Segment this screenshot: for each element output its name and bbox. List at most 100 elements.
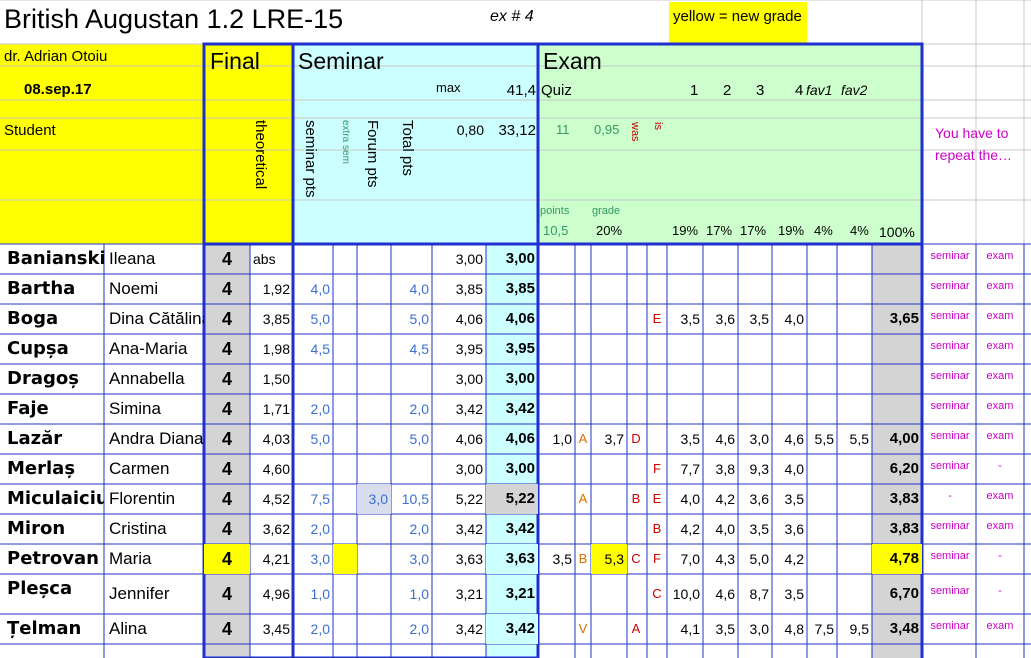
fav2-header: fav2	[841, 82, 868, 98]
cell-f1: 7,5	[814, 621, 834, 637]
cell-e3: 5,0	[749, 551, 769, 567]
cell-e4: 4,0	[784, 311, 804, 327]
cell-e3: 3,6	[749, 491, 769, 507]
cell-last: Pleșca	[7, 578, 73, 599]
cell-s1: 3,00	[455, 371, 483, 387]
cell-was: A	[631, 621, 641, 636]
cell-total: 1,0	[409, 586, 429, 602]
cell-final: 4	[221, 309, 232, 329]
cell-e4: 4,2	[784, 551, 804, 567]
seminar-pts-header: seminar pts	[302, 120, 319, 198]
weight-fav1: 4%	[814, 223, 833, 238]
repeat-exam-link[interactable]: exam	[976, 304, 1024, 334]
cell-e3: 8,7	[749, 586, 769, 602]
repeat-seminar-link[interactable]: seminar	[924, 574, 976, 614]
cell-sem: 3,0	[310, 551, 330, 567]
cell-last: Dragoș	[7, 368, 79, 389]
theoretical-header: theoretical	[252, 120, 269, 190]
cell-eg: 3,83	[889, 520, 919, 537]
repeat-seminar-link[interactable]: seminar	[924, 244, 976, 274]
repeat-seminar-link[interactable]: seminar	[924, 274, 976, 304]
fav1-header: fav1	[806, 82, 833, 98]
cell-total: 10,5	[401, 491, 429, 507]
cell-s2: 3,85	[505, 280, 535, 297]
exam-col-2: 2	[723, 82, 732, 99]
repeat-exam-link[interactable]: exam	[976, 334, 1024, 364]
weight-4: 19%	[778, 223, 805, 238]
cell-s1: 4,06	[455, 431, 483, 447]
repeat-seminar-link[interactable]: seminar	[924, 544, 976, 574]
repeat-seminar-link[interactable]: seminar	[924, 334, 976, 364]
cell-final: 4	[221, 429, 232, 449]
cell-last: Faje	[7, 398, 49, 419]
cell-sem: 5,0	[310, 431, 330, 447]
cell-final: 4	[221, 584, 232, 604]
cell-s2: 3,42	[505, 400, 535, 417]
cell-e2: 3,6	[715, 311, 735, 327]
cell-s2: 3,00	[505, 370, 535, 387]
cell-final: 4	[221, 549, 232, 569]
repeat-seminar-link[interactable]: seminar	[924, 454, 976, 484]
repeat-seminar-link[interactable]: seminar	[924, 424, 976, 454]
cell-e4: 4,8	[784, 621, 804, 637]
cell-first: Maria	[109, 549, 152, 568]
cell-first: Carmen	[109, 459, 170, 478]
exam-col-3: 3	[756, 82, 765, 99]
repeat-exam-link[interactable]: exam	[976, 274, 1024, 304]
cell-theo: 4,52	[262, 491, 290, 507]
cell-eg: 6,70	[889, 585, 919, 602]
repeat-seminar-link[interactable]: seminar	[924, 614, 976, 644]
cell-s1: 3,42	[455, 621, 483, 637]
cell-first: Annabella	[109, 369, 185, 388]
max-label: max	[436, 80, 461, 95]
cell-rs: -	[948, 490, 952, 502]
weight-total: 100%	[879, 224, 915, 240]
cell-e1: 10,0	[672, 586, 700, 602]
final-header: Final	[210, 48, 260, 74]
cell-last: Banianski	[7, 248, 104, 269]
cell-last: Miron	[7, 518, 66, 539]
cell-s1: 3,21	[455, 586, 483, 602]
repeat-exam-link[interactable]: exam	[976, 484, 1024, 514]
cell-last: Boga	[7, 308, 59, 329]
repeat-seminar-link[interactable]: seminar	[924, 514, 976, 544]
cell-final: 4	[221, 339, 232, 359]
cell-qb: C	[631, 551, 641, 566]
total-pts-header: Total pts	[399, 120, 416, 176]
cell-e2: 4,6	[715, 431, 735, 447]
cell-first: Ileana	[109, 249, 156, 268]
cell-total: 2,0	[409, 521, 429, 537]
repeat-exam-link[interactable]: exam	[976, 614, 1024, 644]
quiz-weight: 11	[556, 122, 570, 137]
repeat-seminar-link[interactable]: seminar	[924, 304, 976, 334]
cell-first: Cristina	[109, 519, 167, 538]
repeat-exam-link[interactable]: exam	[976, 364, 1024, 394]
repeat-exam-link[interactable]: exam	[976, 244, 1024, 274]
cell-s1: 3,85	[455, 281, 483, 297]
cell-e2: 4,0	[715, 521, 735, 537]
exam-col-1: 1	[690, 82, 699, 99]
cell-last: Bartha	[7, 278, 76, 299]
cell-s2: 3,00	[505, 460, 535, 477]
repeat-exam-link[interactable]: exam	[976, 394, 1024, 424]
cell-s1: 3,42	[455, 521, 483, 537]
cell-is: E	[652, 311, 662, 326]
extra-sem-header: extra sem	[340, 120, 351, 164]
cell-final: 4	[221, 399, 232, 419]
repeat-exam-link[interactable]: exam	[976, 514, 1024, 544]
cell-re: -	[998, 460, 1002, 472]
repeat-seminar-link[interactable]: seminar	[924, 364, 976, 394]
cell-s2: 3,21	[505, 585, 535, 602]
cell-final: 4	[221, 619, 232, 639]
cell-e1: 7,7	[680, 461, 700, 477]
cell-final: 4	[221, 369, 232, 389]
cell-is: E	[652, 491, 662, 506]
cell-first: Noemi	[109, 279, 159, 298]
cell-final: 4	[221, 249, 232, 269]
repeat-seminar-link[interactable]: seminar	[924, 394, 976, 424]
weight-3: 17%	[740, 223, 767, 238]
cell-qb: B	[631, 491, 641, 506]
cell-s1: 3,42	[455, 401, 483, 417]
repeat-exam-link[interactable]: exam	[976, 424, 1024, 454]
cell-is: B	[652, 521, 662, 536]
